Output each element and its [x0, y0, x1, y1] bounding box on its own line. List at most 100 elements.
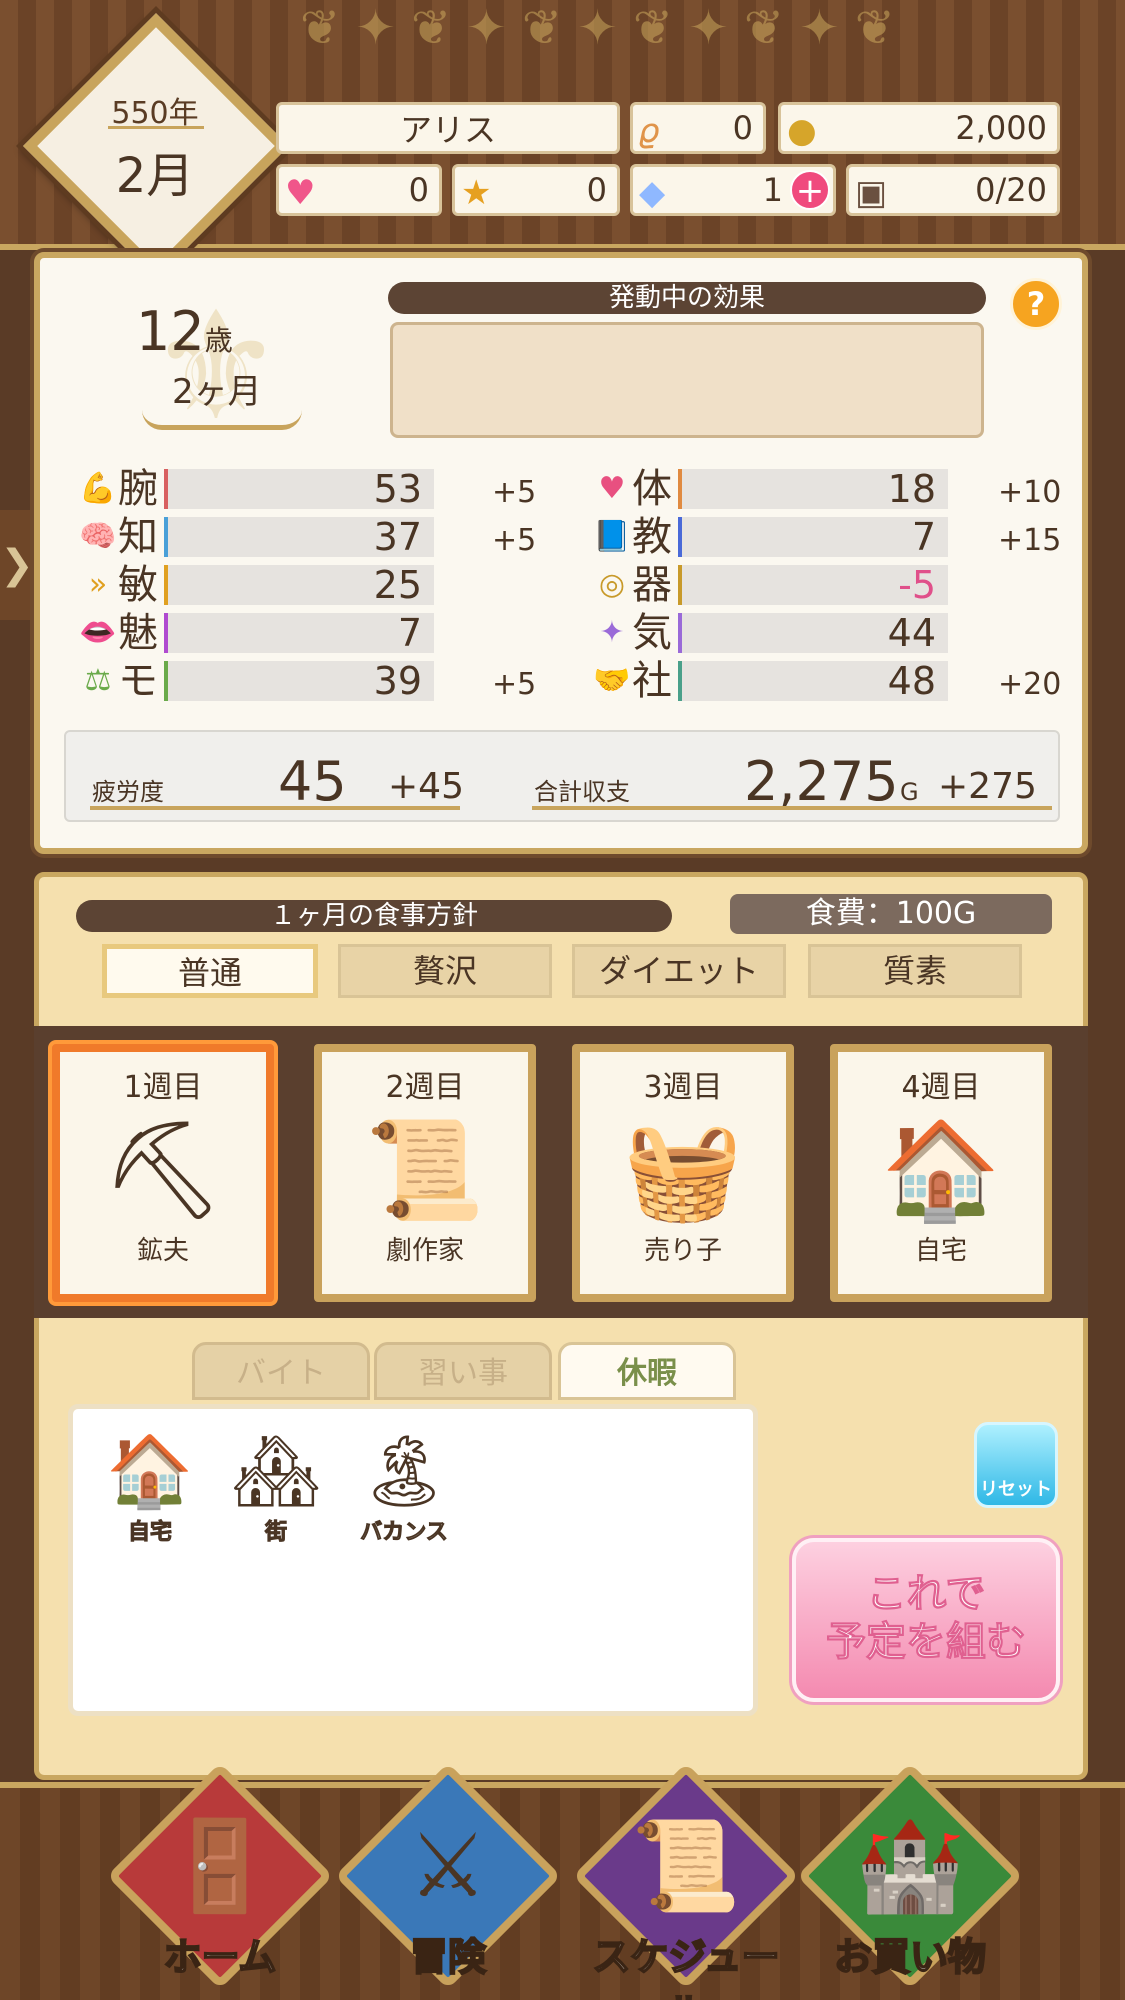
week-job: 自宅 — [914, 1236, 967, 1266]
stat-bonus: +10 — [998, 475, 1062, 510]
activity-town[interactable]: 🏘 街 — [218, 1428, 334, 1546]
stats-right: ♥ 体 18 +10 📘 教 7 +15 ◎ 器 -5 ✦ 気 44 🤝 社 48 +20 — [592, 468, 1062, 708]
town-icon: 🏘 — [231, 1430, 321, 1512]
week-title: 1週目 — [123, 1070, 203, 1105]
stat-value: 44 — [887, 611, 936, 655]
stat-value: 37 — [373, 515, 422, 559]
header-ornament: ❦ ✦ ❦ ✦ ❦ ✦ ❦ ✦ ❦ ✦ ❦ — [300, 0, 895, 56]
date-month: 2月 — [115, 148, 195, 204]
stat-value: 25 — [373, 563, 422, 607]
door-icon: 🚪 — [165, 1814, 275, 1917]
stat-value: 7 — [397, 611, 422, 655]
house-icon: 🏠 — [881, 1114, 1001, 1226]
week-job: 売り子 — [643, 1236, 722, 1266]
fatigue-delta: +45 — [388, 766, 464, 807]
week-slot-4[interactable]: 4週目 🏠 自宅 — [830, 1044, 1052, 1302]
stat-bonus: +15 — [998, 523, 1062, 558]
stat-row: ⚖ モ 39 +5 — [78, 660, 548, 702]
reset-button[interactable]: リセット — [974, 1422, 1058, 1508]
nav-shopping[interactable]: 🏰 お買い物 — [796, 1762, 1024, 2000]
stat-bonus: +5 — [492, 667, 537, 702]
stat-value: -5 — [898, 563, 936, 607]
stat-row: ✦ 気 44 — [592, 612, 1062, 654]
fatigue-label: 疲労度 — [92, 778, 164, 806]
speed-icon: » — [88, 567, 108, 602]
stat-label: 気 — [632, 610, 672, 656]
side-arrow-left[interactable]: ❯ — [0, 510, 34, 620]
tab-vacation[interactable]: 休暇 — [558, 1342, 736, 1400]
income-underline — [532, 806, 1052, 810]
nav-home[interactable]: 🚪 ホーム — [106, 1762, 334, 2000]
scales-icon: ⚖ — [84, 663, 112, 698]
target-icon: ◎ — [598, 567, 626, 602]
stat-row: 💪 腕 53 +5 — [78, 468, 548, 510]
stat-row: 🤝 社 48 +20 — [592, 660, 1062, 702]
stat-row: 📘 教 7 +15 — [592, 516, 1062, 558]
meal-policy-title: １ヶ月の食事方針 — [76, 900, 672, 932]
stat-label: 敏 — [118, 562, 158, 608]
heart-icon: ♥ — [285, 173, 316, 213]
income-value: 2,275 — [744, 750, 899, 813]
help-button[interactable]: ? — [1010, 278, 1062, 330]
bag-icon: ▣ — [855, 173, 888, 213]
inventory-counter[interactable]: ▣ 0/20 — [846, 164, 1060, 216]
gold-counter: ● 2,000 — [778, 102, 1060, 154]
fatigue-value: 45 — [278, 750, 347, 813]
scroll-quill-icon: 📜 — [631, 1814, 741, 1917]
add-crystal-button[interactable]: + — [790, 170, 830, 210]
stat-label: 魅 — [118, 610, 158, 656]
fatigue-underline — [90, 806, 460, 810]
tab-lessons[interactable]: 習い事 — [374, 1342, 552, 1400]
handshake-icon: 🤝 — [593, 663, 631, 698]
stat-value: 48 — [887, 659, 936, 703]
income-unit: G — [900, 778, 919, 806]
brain-icon: 🧠 — [79, 519, 117, 554]
income-label: 合計収支 — [534, 778, 630, 806]
manuscript-icon: 📜 — [365, 1114, 485, 1226]
week-slot-1[interactable]: 1週目 ⛏ 鉱夫 — [52, 1044, 274, 1302]
stat-label: 腕 — [118, 466, 158, 512]
week-slot-3[interactable]: 3週目 🧺 売り子 — [572, 1044, 794, 1302]
age-scroll-deco — [142, 410, 302, 430]
activity-vacation[interactable]: 🏝 バカンス — [346, 1428, 462, 1546]
meal-option-normal[interactable]: 普通 — [102, 944, 318, 998]
meal-option-luxury[interactable]: 贅沢 — [338, 944, 552, 998]
nav-schedule[interactable]: 📜 スケジュール — [572, 1762, 800, 2000]
meal-option-plain[interactable]: 質素 — [808, 944, 1022, 998]
stat-value: 53 — [373, 467, 422, 511]
week-title: 3週目 — [643, 1070, 723, 1105]
stat-value: 7 — [911, 515, 936, 559]
week-title: 2週目 — [385, 1070, 465, 1105]
age-years: 12歳 — [136, 300, 233, 363]
tab-part-time[interactable]: バイト — [192, 1342, 370, 1400]
activity-label: 自宅 — [127, 1520, 172, 1546]
active-effects-box — [390, 322, 984, 438]
stat-label: 体 — [632, 466, 672, 512]
seahorse-icon: 𝜚 — [639, 111, 659, 151]
stat-value: 18 — [887, 467, 936, 511]
medal-counter: ★ 0 — [452, 164, 620, 216]
week-slot-2[interactable]: 2週目 📜 劇作家 — [314, 1044, 536, 1302]
stat-row: » 敏 25 — [78, 564, 548, 606]
player-name: アリス — [276, 102, 620, 154]
winged-star-icon: ★ — [461, 173, 492, 213]
week-title: 4週目 — [901, 1070, 981, 1105]
nav-adventure[interactable]: ⚔ 冒険 — [334, 1762, 562, 2000]
stat-bonus: +5 — [492, 475, 537, 510]
book-icon: 📘 — [593, 519, 631, 554]
resource-counter-1: 𝜚0 — [630, 102, 766, 154]
stats-left: 💪 腕 53 +5 🧠 知 37 +5 » 敏 25 👄 魅 7 ⚖ モ 39 +5 — [78, 468, 548, 708]
active-effects-title: 発動中の効果 — [388, 282, 986, 314]
age-months: 2ヶ月 — [172, 372, 262, 412]
confirm-schedule-button[interactable]: これで 予定を組む — [792, 1538, 1060, 1702]
stat-row: 🧠 知 37 +5 — [78, 516, 548, 558]
basket-icon: 🧺 — [623, 1114, 743, 1226]
heart-icon: ♥ — [598, 471, 626, 506]
meal-option-diet[interactable]: ダイエット — [572, 944, 786, 998]
stat-bonus: +20 — [998, 667, 1062, 702]
date-divider — [108, 126, 204, 129]
stat-row: ♥ 体 18 +10 — [592, 468, 1062, 510]
stat-row: 👄 魅 7 — [78, 612, 548, 654]
meal-cost: 食費：100G — [730, 894, 1052, 934]
activity-home[interactable]: 🏠 自宅 — [92, 1428, 208, 1546]
